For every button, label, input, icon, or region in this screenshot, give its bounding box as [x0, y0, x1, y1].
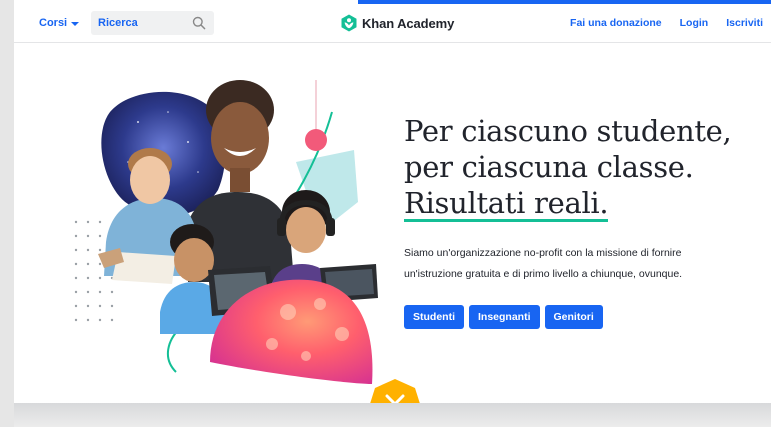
donate-link[interactable]: Fai una donazione — [570, 17, 662, 29]
login-link[interactable]: Login — [680, 17, 709, 29]
teachers-button[interactable]: Insegnanti — [469, 305, 540, 329]
page: Corsi Khan Academy Fai una donazione Log… — [14, 0, 771, 403]
search-icon[interactable] — [192, 16, 206, 30]
headline-line-1: Per ciascuno studente, — [404, 114, 732, 148]
header-nav: Corsi Khan Academy Fai una donazione Log… — [14, 4, 771, 43]
page-bottom-strip — [14, 403, 771, 427]
logo-text: Khan Academy — [362, 15, 455, 31]
hero-description: Siamo un'organizzazione no-profit con la… — [404, 247, 683, 280]
parents-button[interactable]: Genitori — [544, 305, 603, 329]
hero-headline: Per ciascuno studente, per ciascuna clas… — [404, 113, 732, 222]
hero-collage-image — [74, 80, 378, 384]
signup-link[interactable]: Iscriviti — [726, 17, 763, 29]
khan-academy-logo-icon — [341, 14, 357, 32]
search-input[interactable] — [98, 17, 193, 29]
caret-down-icon — [71, 21, 80, 26]
courses-menu-button[interactable]: Corsi — [39, 17, 80, 29]
search-box[interactable] — [91, 11, 214, 35]
nav-links: Fai una donazione Login Iscriviti — [570, 17, 763, 29]
audience-buttons: Studenti Insegnanti Genitori — [404, 305, 603, 329]
khan-academy-logo[interactable]: Khan Academy — [341, 14, 454, 32]
headline-line-2: per ciascuna classe. — [404, 150, 694, 184]
courses-label: Corsi — [39, 17, 68, 29]
scroll-down-button[interactable] — [367, 377, 423, 403]
students-button[interactable]: Studenti — [404, 305, 464, 329]
headline-line-3: Risultati reali. — [404, 186, 609, 222]
